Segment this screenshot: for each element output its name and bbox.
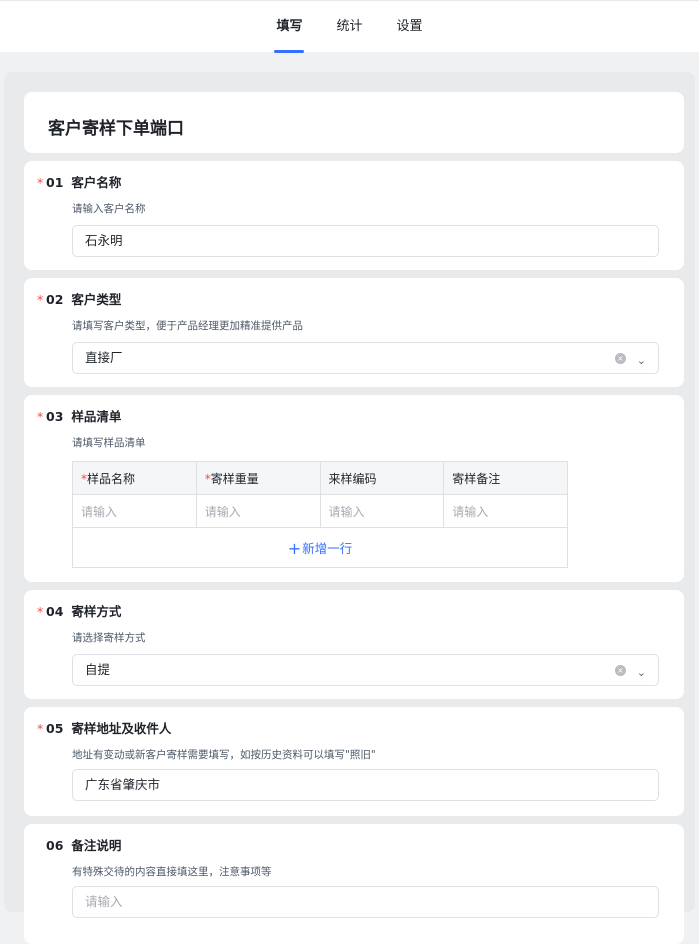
column-header-sample-name: *样品名称 [72, 461, 197, 495]
shipping-address-input[interactable]: 广东省肇庆市 [72, 769, 659, 801]
sample-weight-cell-input[interactable]: 请输入 [195, 494, 321, 528]
question-description: 请填写样品清单 [72, 437, 146, 449]
column-header-sample-weight: *寄样重量 [195, 461, 321, 495]
question-remarks: 06 备注说明 有特殊交待的内容直接填这里，注意事项等 请输入 [24, 824, 684, 944]
sample-remark-cell-input[interactable]: 请输入 [443, 494, 568, 528]
question-title: 客户类型 [71, 292, 122, 307]
question-number: 03 [46, 409, 64, 424]
required-mark: * [37, 721, 44, 736]
selected-value: 自提 [85, 662, 111, 677]
question-number: 04 [46, 604, 64, 619]
question-customer-type: * 02 客户类型 请填写客户类型，便于产品经理更加精准提供产品 直接厂 × ⌄ [24, 278, 684, 387]
question-number: 05 [46, 721, 64, 736]
column-label: 寄样备注 [452, 471, 501, 486]
tab-settings[interactable]: 设置 [395, 1, 425, 53]
clear-icon[interactable]: × [615, 665, 626, 676]
question-sample-list: * 03 样品清单 请填写样品清单 *样品名称 *寄样重量 来样编码 寄样备注 … [24, 395, 684, 582]
question-title: 备注说明 [71, 838, 122, 853]
question-title: 寄样方式 [71, 604, 122, 619]
chevron-down-icon[interactable]: ⌄ [637, 658, 646, 688]
question-shipping-address: * 05 寄样地址及收件人 地址有变动或新客户寄样需要填写，如按历史资料可以填写… [24, 707, 684, 816]
question-title: 寄样地址及收件人 [71, 721, 172, 736]
question-header: * 02 客户类型 [37, 289, 121, 308]
required-mark: * [37, 292, 44, 307]
question-header: * 04 寄样方式 [37, 601, 121, 620]
remarks-input[interactable]: 请输入 [72, 886, 659, 918]
form-title: 客户寄样下单端口 [48, 119, 184, 139]
question-header: * 05 寄样地址及收件人 [37, 718, 171, 737]
question-title: 客户名称 [71, 175, 122, 190]
table-header-row: *样品名称 *寄样重量 来样编码 寄样备注 [72, 461, 568, 495]
sample-name-cell-input[interactable]: 请输入 [72, 494, 197, 528]
question-description: 有特殊交待的内容直接填这里，注意事项等 [72, 866, 272, 878]
question-title: 样品清单 [71, 409, 122, 424]
add-row-row: +新增一行 [72, 527, 568, 568]
question-number: 02 [46, 292, 64, 307]
chevron-down-icon[interactable]: ⌄ [637, 346, 646, 376]
required-mark: * [37, 604, 44, 619]
question-shipping-method: * 04 寄样方式 请选择寄样方式 自提 × ⌄ [24, 590, 684, 699]
required-mark: * [37, 409, 44, 424]
question-customer-name: * 01 客户名称 请输入客户名称 石永明 [24, 161, 684, 270]
required-mark: * [37, 175, 44, 190]
add-row-button[interactable]: +新增一行 [72, 527, 568, 568]
sample-list-table: *样品名称 *寄样重量 来样编码 寄样备注 请输入 请输入 请输入 请输入 +新… [72, 461, 568, 568]
question-number: 06 [46, 838, 64, 853]
column-label: 来样编码 [328, 471, 377, 486]
column-label: 寄样重量 [210, 471, 259, 486]
question-description: 请输入客户名称 [72, 203, 146, 215]
column-header-sample-code: 来样编码 [319, 461, 445, 495]
shipping-method-select[interactable]: 自提 × ⌄ [72, 654, 659, 686]
form-container: 客户寄样下单端口 * 01 客户名称 请输入客户名称 石永明 * 02 客户类型… [4, 72, 695, 944]
column-header-sample-remark: 寄样备注 [443, 461, 568, 495]
column-label: 样品名称 [87, 471, 136, 486]
customer-type-select[interactable]: 直接厂 × ⌄ [72, 342, 659, 374]
tab-fill[interactable]: 填写 [274, 1, 305, 53]
question-description: 请选择寄样方式 [72, 632, 146, 644]
clear-icon[interactable]: × [615, 353, 626, 364]
plus-icon: + [287, 538, 302, 558]
sample-code-cell-input[interactable]: 请输入 [319, 494, 445, 528]
customer-name-input[interactable]: 石永明 [72, 225, 659, 257]
top-nav-bar: 填写 统计 设置 [0, 0, 699, 53]
question-header: * 01 客户名称 [37, 172, 121, 191]
question-number: 01 [46, 175, 64, 190]
question-description: 地址有变动或新客户寄样需要填写，如按历史资料可以填写"照旧" [72, 749, 376, 761]
add-row-label: 新增一行 [302, 540, 353, 556]
form-title-card: 客户寄样下单端口 [24, 92, 684, 153]
question-description: 请填写客户类型，便于产品经理更加精准提供产品 [72, 320, 303, 332]
table-row: 请输入 请输入 请输入 请输入 [72, 494, 568, 528]
selected-value: 直接厂 [85, 350, 123, 365]
tab-statistics[interactable]: 统计 [334, 1, 364, 53]
question-header: * 03 样品清单 [37, 406, 121, 425]
question-header: 06 备注说明 [37, 835, 121, 854]
tab-bar: 填写 统计 设置 [0, 1, 699, 53]
